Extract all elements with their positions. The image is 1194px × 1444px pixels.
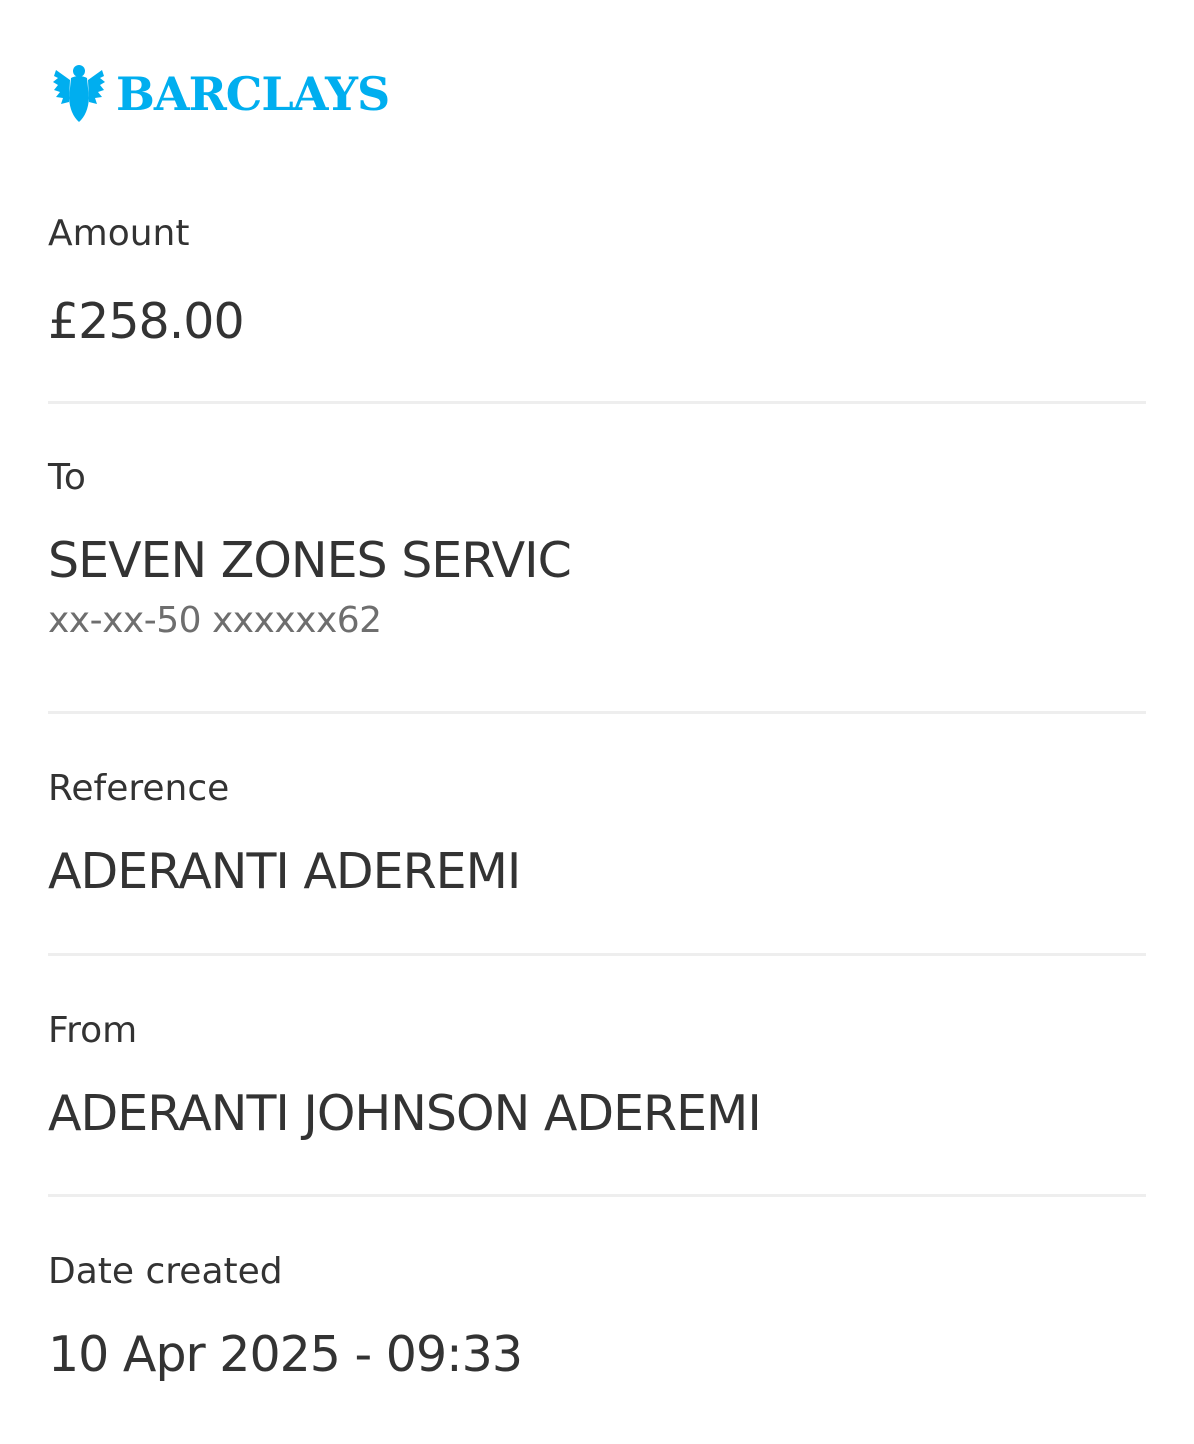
brand-name: BARCLAYS xyxy=(116,67,390,121)
barclays-logo: BARCLAYS xyxy=(52,62,390,126)
from-section: From ADERANTI JOHNSON ADEREMI xyxy=(48,1009,1146,1144)
date-created-section: Date created 10 Apr 2025 - 09:33 xyxy=(48,1250,1146,1385)
amount-label: Amount xyxy=(48,213,190,254)
date-created-value: 10 Apr 2025 - 09:33 xyxy=(48,1326,523,1383)
from-value: ADERANTI JOHNSON ADEREMI xyxy=(48,1085,762,1142)
divider xyxy=(48,953,1146,956)
to-section: To SEVEN ZONES SERVIC xx-xx-50 xxxxxx62 xyxy=(48,456,1146,643)
reference-value: ADERANTI ADEREMI xyxy=(48,843,521,900)
amount-section: Amount £258.00 xyxy=(48,212,1146,352)
divider xyxy=(48,401,1146,404)
reference-label: Reference xyxy=(48,768,230,809)
amount-value: £258.00 xyxy=(48,293,245,350)
from-label: From xyxy=(48,1010,138,1051)
eagle-icon xyxy=(53,65,105,122)
payee-name: SEVEN ZONES SERVIC xyxy=(48,532,572,589)
divider xyxy=(48,1194,1146,1197)
divider xyxy=(48,711,1146,714)
date-created-label: Date created xyxy=(48,1251,283,1292)
reference-section: Reference ADERANTI ADEREMI xyxy=(48,767,1146,902)
to-label: To xyxy=(48,457,86,498)
payee-account: xx-xx-50 xxxxxx62 xyxy=(48,600,382,641)
